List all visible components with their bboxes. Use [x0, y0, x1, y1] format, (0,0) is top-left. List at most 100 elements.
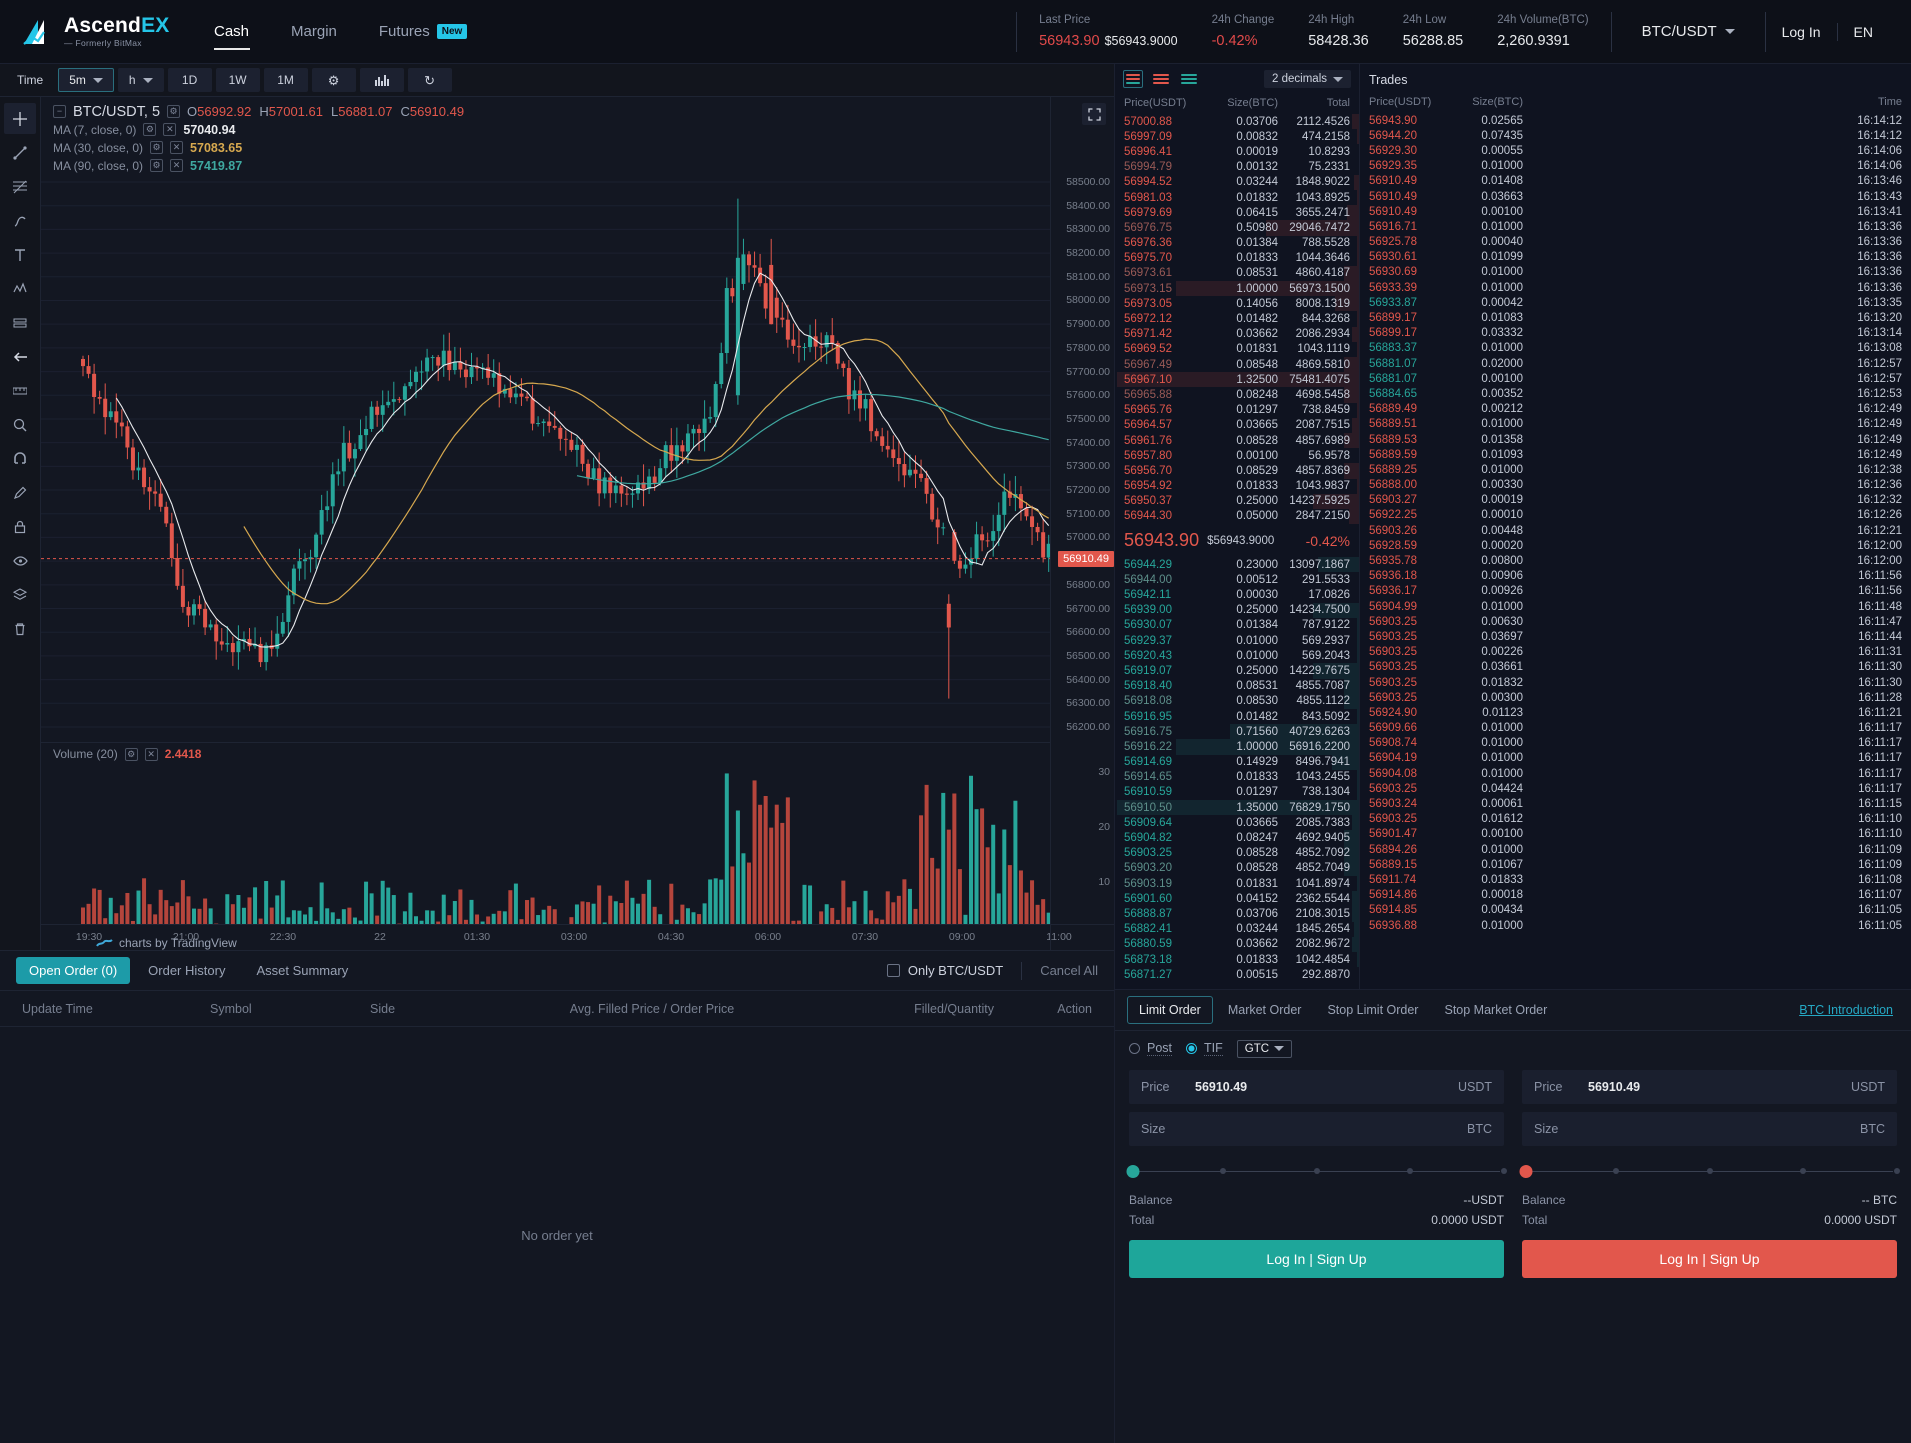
- view-asks-icon[interactable]: [1151, 70, 1171, 88]
- buy-size-field[interactable]: Size BTC: [1129, 1112, 1504, 1146]
- bid-row[interactable]: 56942.11 0.00030 17.0826: [1115, 587, 1359, 602]
- ask-row[interactable]: 56981.03 0.01832 1043.8925: [1115, 189, 1359, 206]
- ask-row[interactable]: 56944.30 0.05000 2847.2150: [1115, 508, 1359, 525]
- nav-tab-futures[interactable]: Futures New: [358, 0, 488, 64]
- ask-row[interactable]: 56971.42 0.03662 2086.2934: [1115, 326, 1359, 342]
- measure-icon[interactable]: [4, 375, 36, 406]
- slider-knob[interactable]: [1519, 1164, 1533, 1178]
- trend-line-icon[interactable]: [4, 137, 36, 168]
- ask-row[interactable]: 56954.92 0.01833 1043.9837: [1115, 478, 1359, 494]
- ask-row[interactable]: 56976.75 0.50980 29046.7472: [1115, 220, 1359, 236]
- bid-row[interactable]: 56914.69 0.14929 8496.7941: [1115, 754, 1359, 770]
- slider-node[interactable]: [1219, 1168, 1226, 1174]
- ask-row[interactable]: 57000.88 0.03706 2112.4526: [1115, 114, 1359, 130]
- interval-select[interactable]: 5m: [58, 68, 114, 92]
- ask-row[interactable]: 56957.80 0.00100 56.9578: [1115, 448, 1359, 463]
- ask-row[interactable]: 56979.69 0.06415 3655.2471: [1115, 205, 1359, 221]
- bid-row[interactable]: 56909.64 0.03665 2085.7383: [1115, 815, 1359, 831]
- tab-order-history[interactable]: Order History: [135, 957, 238, 984]
- slider-node[interactable]: [1612, 1168, 1619, 1174]
- fullscreen-icon[interactable]: [1082, 103, 1106, 125]
- brand-logo-area[interactable]: AscendEX — Formerly BitMax: [0, 15, 175, 48]
- ask-row[interactable]: 56973.15 1.00000 56973.1500: [1115, 281, 1359, 297]
- ask-row[interactable]: 56961.76 0.08528 4857.6989: [1115, 432, 1359, 449]
- bid-row[interactable]: 56916.22 1.00000 56916.2200: [1115, 739, 1359, 755]
- only-pair-checkbox[interactable]: Only BTC/USDT: [886, 963, 1021, 978]
- language-selector[interactable]: EN: [1838, 24, 1889, 40]
- slider-node[interactable]: [1501, 1168, 1507, 1174]
- bid-row[interactable]: 56920.43 0.01000 569.2043: [1115, 648, 1359, 664]
- quick-interval-1d[interactable]: 1D: [167, 68, 212, 92]
- layers-icon[interactable]: [4, 579, 36, 610]
- bid-row[interactable]: 56873.18 0.01833 1042.4854: [1115, 951, 1359, 968]
- sell-submit-button[interactable]: Log In | Sign Up: [1522, 1240, 1897, 1278]
- tab-stop-market-order[interactable]: Stop Market Order: [1433, 997, 1558, 1023]
- gear-icon[interactable]: ⚙: [124, 747, 138, 761]
- bid-row[interactable]: 56916.75 0.71560 40729.6263: [1115, 724, 1359, 740]
- slider-node[interactable]: [1800, 1168, 1807, 1174]
- bid-row[interactable]: 56916.95 0.01482 843.5092: [1115, 708, 1359, 725]
- view-both-icon[interactable]: [1123, 70, 1143, 88]
- tab-open-order[interactable]: Open Order (0): [16, 957, 131, 984]
- ask-row[interactable]: 56967.49 0.08548 4869.5810: [1115, 357, 1359, 373]
- ask-row[interactable]: 56965.88 0.08248 4698.5458: [1115, 387, 1359, 403]
- ask-row[interactable]: 56969.52 0.01831 1043.1119: [1115, 341, 1359, 357]
- ask-row[interactable]: 56975.70 0.01833 1044.3646: [1115, 250, 1359, 266]
- bid-row[interactable]: 56910.50 1.35000 76829.1750: [1115, 800, 1359, 816]
- gear-icon[interactable]: ⚙: [311, 68, 356, 92]
- nav-tab-cash[interactable]: Cash: [193, 0, 270, 64]
- slider-node[interactable]: [1894, 1168, 1900, 1174]
- close-icon[interactable]: ✕: [144, 747, 158, 761]
- bid-row[interactable]: 56880.59 0.03662 2082.9672: [1115, 936, 1359, 952]
- slider-node[interactable]: [1407, 1168, 1414, 1174]
- sell-size-field[interactable]: Size BTC: [1522, 1112, 1897, 1146]
- indicator-icon[interactable]: [359, 68, 404, 92]
- bid-row[interactable]: 56882.41 0.03244 1845.2654: [1115, 921, 1359, 937]
- ask-row[interactable]: 56950.37 0.25000 14237.5925: [1115, 493, 1359, 509]
- buy-price-field[interactable]: Price 56910.49 USDT: [1129, 1070, 1504, 1104]
- bid-row[interactable]: 56918.40 0.08531 4855.7087: [1115, 678, 1359, 694]
- bid-row[interactable]: 56888.87 0.03706 2108.3015: [1115, 906, 1359, 922]
- ask-row[interactable]: 56996.41 0.00019 10.8293: [1115, 144, 1359, 159]
- slider-knob[interactable]: [1126, 1164, 1140, 1178]
- bid-row[interactable]: 56901.60 0.04152 2362.5544: [1115, 891, 1359, 907]
- buy-amount-slider[interactable]: [1126, 1158, 1507, 1184]
- ask-row[interactable]: 56973.61 0.08531 4860.4187: [1115, 265, 1359, 282]
- quick-interval-1w[interactable]: 1W: [215, 68, 260, 92]
- bid-row[interactable]: 56914.65 0.01833 1043.2455: [1115, 769, 1359, 785]
- bid-row[interactable]: 56904.82 0.08247 4692.9405: [1115, 830, 1359, 846]
- buy-submit-button[interactable]: Log In | Sign Up: [1129, 1240, 1504, 1278]
- cancel-all-button[interactable]: Cancel All: [1022, 963, 1098, 978]
- bid-row[interactable]: 56930.07 0.01384 787.9122: [1115, 617, 1359, 633]
- decimals-select[interactable]: 2 decimals: [1264, 70, 1351, 88]
- sell-amount-slider[interactable]: [1519, 1158, 1900, 1184]
- text-icon[interactable]: [4, 239, 36, 270]
- ask-row[interactable]: 56965.76 0.01297 738.8459: [1115, 402, 1359, 418]
- bid-row[interactable]: 56939.00 0.25000 14234.7500: [1115, 602, 1359, 618]
- view-bids-icon[interactable]: [1179, 70, 1199, 88]
- bid-row[interactable]: 56944.29 0.23000 13097.1867: [1115, 557, 1359, 573]
- login-link[interactable]: Log In: [1766, 24, 1837, 40]
- lock-icon[interactable]: [4, 511, 36, 542]
- ask-row[interactable]: 56973.05 0.14056 8008.1319: [1115, 296, 1359, 312]
- pair-selector[interactable]: BTC/USDT: [1612, 23, 1765, 40]
- btc-introduction-link[interactable]: BTC Introduction: [1799, 1003, 1899, 1017]
- quick-interval-1m[interactable]: 1M: [263, 68, 308, 92]
- unit-select[interactable]: h: [117, 68, 164, 92]
- time-label-button[interactable]: Time: [6, 68, 54, 92]
- tab-market-order[interactable]: Market Order: [1217, 997, 1313, 1023]
- bid-row[interactable]: 56929.37 0.01000 569.2937: [1115, 633, 1359, 649]
- pattern-icon[interactable]: [4, 273, 36, 304]
- bid-row[interactable]: 56918.08 0.08530 4855.1122: [1115, 693, 1359, 709]
- replay-icon[interactable]: ↻: [407, 68, 452, 92]
- ask-row[interactable]: 56972.12 0.01482 844.3268: [1115, 311, 1359, 327]
- ask-row[interactable]: 56956.70 0.08529 4857.8369: [1115, 463, 1359, 479]
- ask-row[interactable]: 56967.10 1.32500 75481.4075: [1115, 372, 1359, 388]
- ask-row[interactable]: 56964.57 0.03665 2087.7515: [1115, 417, 1359, 433]
- cursor-icon[interactable]: [4, 103, 36, 134]
- magnet-icon[interactable]: [4, 443, 36, 474]
- ask-row[interactable]: 56994.52 0.03244 1848.9022: [1115, 174, 1359, 190]
- ask-row[interactable]: 56994.79 0.00132 75.2331: [1115, 160, 1359, 175]
- bid-row[interactable]: 56910.59 0.01297 738.1304: [1115, 784, 1359, 801]
- bid-row[interactable]: 56903.25 0.08528 4852.7092: [1115, 845, 1359, 861]
